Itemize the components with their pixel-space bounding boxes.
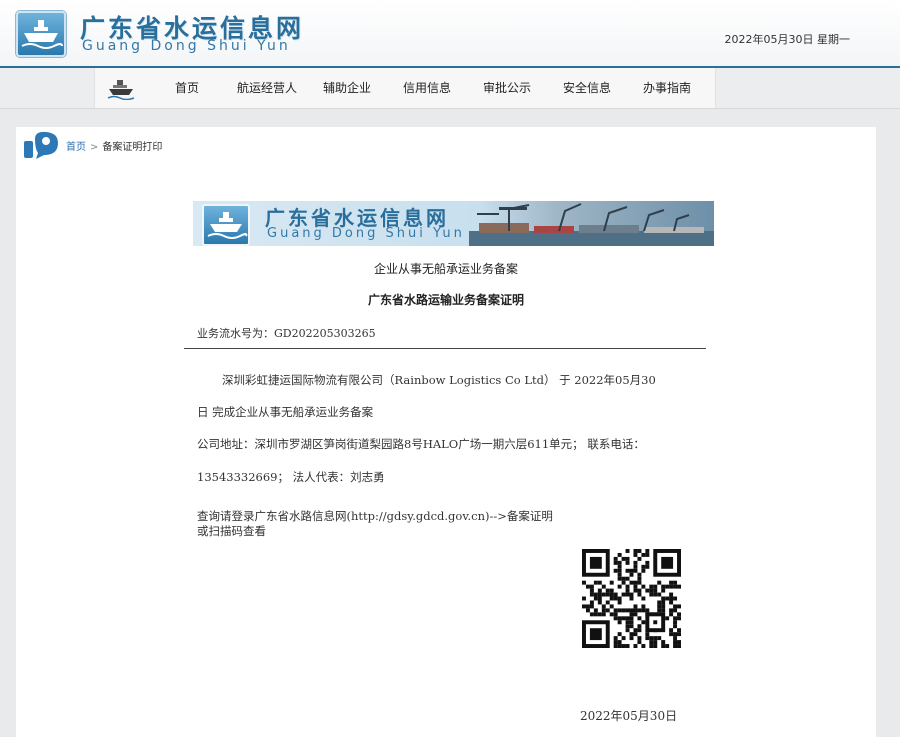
site-header: 广东省水运信息网 Guang Dong Shui Yun 2022年05月30日… xyxy=(0,0,900,68)
nav-item-safety-info[interactable]: 安全信息 xyxy=(547,68,627,108)
certificate-body-line-1: 深圳彩虹捷运国际物流有限公司（Rainbow Logistics Co Ltd）… xyxy=(222,373,656,387)
banner-ship-logo-icon xyxy=(202,204,250,246)
query-instruction-line-2: 或扫描码查看 xyxy=(197,524,266,538)
certificate-title: 广东省水路运输业务备案证明 xyxy=(367,293,524,307)
nav-item-home[interactable]: 首页 xyxy=(147,68,227,108)
content-panel: 首页 >备案证明打印 广东省水运信息网 Guang Dong Shui Yun xyxy=(16,127,876,737)
nav-item-auxiliary-enterprises[interactable]: 辅助企业 xyxy=(307,68,387,108)
nav-ship-icon xyxy=(107,80,135,100)
nav-item-approval-notice[interactable]: 审批公示 xyxy=(467,68,547,108)
main-nav: 首页 航运经营人 辅助企业 信用信息 审批公示 安全信息 办事指南 xyxy=(0,68,900,109)
company-address-line: 公司地址：深圳市罗湖区笋岗街道梨园路8号HALO广场一期六层611单元； 联系电… xyxy=(197,437,645,451)
nav-inner: 首页 航运经营人 辅助企业 信用信息 审批公示 安全信息 办事指南 xyxy=(94,68,716,108)
breadcrumb-current: 备案证明打印 xyxy=(102,142,163,153)
banner-subtitle: Guang Dong Shui Yun xyxy=(267,226,465,241)
qr-code xyxy=(582,549,681,648)
query-instruction-line-1: 查询请登录广东省水路信息网(http://gdsy.gdcd.gov.cn)--… xyxy=(197,509,553,523)
certificate-banner: 广东省水运信息网 Guang Dong Shui Yun xyxy=(193,201,714,246)
certificate-date: 2022年05月30日 xyxy=(580,709,678,723)
breadcrumb: 首页 > 备案证明打印 xyxy=(66,138,162,153)
port-cranes-image xyxy=(469,203,714,246)
location-icon xyxy=(24,131,58,159)
breadcrumb-home-link[interactable]: 首页 xyxy=(66,142,86,153)
ship-logo-icon[interactable] xyxy=(16,11,66,57)
serial-number: 业务流水号为：GD202205303265 xyxy=(197,327,376,340)
nav-item-credit-info[interactable]: 信用信息 xyxy=(387,68,467,108)
certificate-type: 企业从事无船承运业务备案 xyxy=(373,262,518,276)
certificate-body-line-2: 日 完成企业从事无船承运业务备案 xyxy=(197,405,374,419)
site-subtitle: Guang Dong Shui Yun xyxy=(82,38,291,54)
breadcrumb-separator: > xyxy=(90,142,99,153)
contact-line: 13543332669； 法人代表：刘志勇 xyxy=(197,470,385,484)
header-date: 2022年05月30日 星期一 xyxy=(724,33,851,46)
divider xyxy=(184,348,706,349)
nav-item-service-guide[interactable]: 办事指南 xyxy=(627,68,707,108)
nav-items: 首页 航运经营人 辅助企业 信用信息 审批公示 安全信息 办事指南 xyxy=(147,68,707,108)
nav-item-shipping-operators[interactable]: 航运经营人 xyxy=(227,68,307,108)
